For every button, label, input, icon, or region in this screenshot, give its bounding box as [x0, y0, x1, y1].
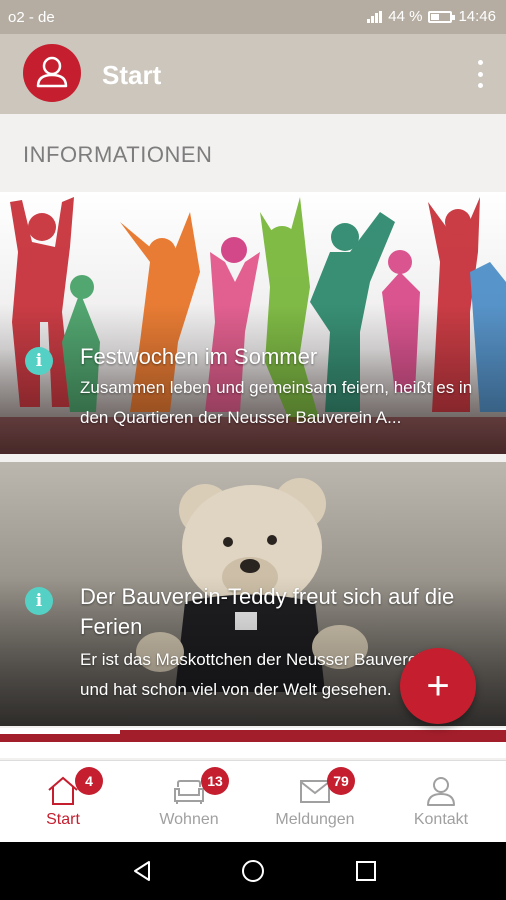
nav-label: Wohnen — [159, 811, 219, 828]
nav-label: Start — [46, 811, 80, 828]
page-title: Start — [102, 60, 162, 90]
system-nav-bar — [0, 842, 506, 900]
clock: 14:46 — [458, 8, 496, 25]
user-icon — [36, 56, 68, 88]
battery-percent: 44 % — [388, 8, 423, 25]
card-text: Zusammen leben und gemeinsam feiern, hei… — [80, 378, 473, 427]
carrier-label: o2 - de — [8, 9, 55, 26]
nav-item-wohnen[interactable]: 13 Wohnen — [126, 761, 252, 843]
nav-item-meldungen[interactable]: 79 Meldungen — [252, 761, 378, 843]
nav-label: Meldungen — [275, 811, 355, 828]
card-title: Der Bauverein-Teddy freut sich auf die F… — [80, 584, 455, 639]
bottom-nav: 4 Start 13 Wohnen 79 Meldungen Kontakt — [0, 760, 506, 842]
card-title: Festwochen im Sommer — [80, 344, 318, 369]
battery-icon — [428, 10, 456, 23]
nav-label: Kontakt — [413, 811, 469, 828]
recents-icon[interactable] — [354, 859, 378, 883]
person-icon — [427, 777, 455, 806]
app-bar: Start — [0, 34, 506, 114]
news-card-peek[interactable] — [0, 728, 506, 758]
card-banner-stripe — [0, 734, 506, 742]
info-icon: i — [25, 587, 53, 615]
badge-count: 13 — [201, 767, 229, 795]
badge-count: 4 — [75, 767, 103, 795]
add-button[interactable]: + — [400, 648, 476, 724]
back-icon[interactable] — [130, 859, 154, 883]
home-system-icon[interactable] — [241, 859, 265, 883]
nav-item-kontakt[interactable]: Kontakt — [378, 761, 504, 843]
info-icon: i — [25, 347, 53, 375]
card-banner-stripe — [120, 730, 506, 734]
status-right: 44 % 14:46 — [367, 8, 496, 25]
status-bar: o2 - de 44 % 14:46 — [0, 0, 506, 34]
signal-icon — [367, 10, 383, 23]
news-card[interactable]: i Festwochen im Sommer Zusammen leben un… — [0, 192, 506, 454]
nav-item-start[interactable]: 4 Start — [0, 761, 126, 843]
more-vert-icon[interactable] — [474, 60, 486, 88]
badge-count: 79 — [327, 767, 355, 795]
user-avatar-button[interactable] — [23, 44, 81, 102]
section-title: INFORMATIONEN — [23, 142, 213, 167]
